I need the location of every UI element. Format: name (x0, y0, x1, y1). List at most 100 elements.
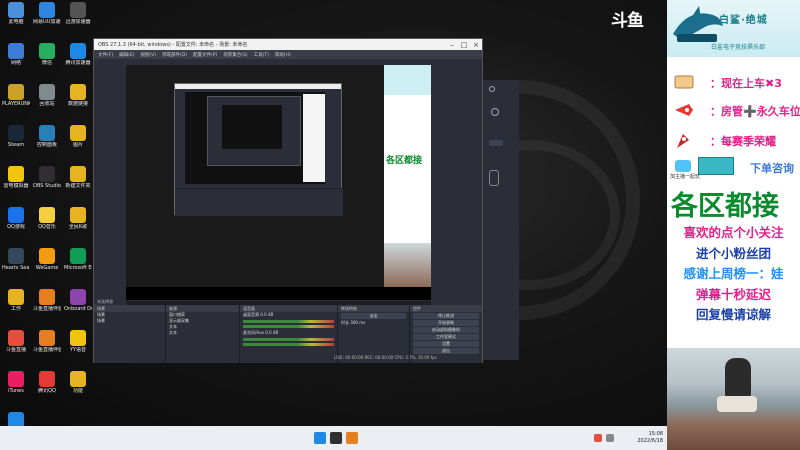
desktop-shortcut[interactable]: 此电脑 (2, 2, 30, 40)
panel-button[interactable] (489, 140, 503, 146)
desktop-shortcut[interactable]: QQ图片 20220318 (2, 412, 30, 426)
wechat-qr-badge (698, 157, 734, 175)
douyu-companion-icon (39, 330, 55, 346)
desktop-shortcut-label: 回收站 (39, 101, 55, 107)
desktop-shortcut-label: 数据链接 (67, 101, 88, 107)
douyu-icon (39, 289, 55, 305)
start-recording-button[interactable]: 开始录制 (413, 320, 479, 326)
desktop-shortcut-label: QQ游戏 (7, 224, 25, 230)
desktop-shortcut[interactable]: 雷电模拟器 (2, 166, 30, 204)
douyu-live-icon (8, 330, 24, 346)
desktop-shortcut-label: 微信 (41, 60, 52, 66)
obs-menu-item[interactable]: 文件(F) (98, 52, 113, 58)
desktop-shortcut[interactable]: 回收站 (33, 84, 61, 122)
desktop-shortcut[interactable]: 迅游加速器 (64, 2, 92, 40)
clock-date: 2022/6/18 (637, 438, 663, 444)
desktop-shortcut[interactable]: 图片 (64, 125, 92, 163)
douyu-taskbar-icon[interactable] (346, 432, 358, 444)
desktop-shortcut-label: Steam (7, 142, 25, 148)
nested-banner: 各区都接 (384, 65, 431, 287)
transition-select[interactable]: 淡出 (341, 313, 406, 319)
obs-menu-item[interactable]: 停靠部件(D) (162, 52, 187, 58)
volume-slider[interactable] (243, 325, 334, 328)
stop-streaming-button[interactable]: 停止推流 (413, 313, 479, 319)
banner-cta: 各区都接 (671, 191, 779, 222)
desktop-shortcut[interactable]: Steam (2, 125, 30, 163)
desktop-shortcut[interactable]: 斗鱼直播伴侣 (33, 289, 61, 327)
desktop-shortcut[interactable]: QQ音乐 (33, 207, 61, 245)
record-icon[interactable] (489, 86, 495, 92)
volume-slider[interactable] (243, 343, 334, 346)
nested-banner-cta: 各区都接 (386, 156, 423, 166)
audio-meter (243, 320, 334, 323)
desktop-shortcut[interactable]: 工作 (2, 289, 30, 327)
maximize-icon[interactable]: □ (458, 41, 470, 49)
folder-icon (70, 371, 86, 387)
desktop-shortcut[interactable]: Onboard Dual (64, 289, 92, 327)
source-item[interactable]: 文本 (166, 330, 239, 336)
studio-mode-button[interactable]: 工作室模式 (413, 334, 479, 340)
desktop-shortcut[interactable]: OBS Studio (33, 166, 61, 204)
desktop-shortcut[interactable]: 网络 (2, 43, 30, 81)
itunes-icon (8, 371, 24, 387)
obs-menu-item[interactable]: 配置文件(P) (193, 52, 217, 58)
desktop-shortcut-label: 新建文件夹 (65, 183, 91, 189)
obs-menu-item[interactable]: 编辑(E) (119, 52, 134, 58)
desktop-shortcut[interactable]: Hearts Sea Center 2.0 (2, 248, 30, 286)
xunyou-icon (70, 2, 86, 18)
windows-start-icon[interactable] (314, 432, 326, 444)
desktop-shortcut[interactable]: 腾讯加速器 (64, 43, 92, 81)
ticket-icon (674, 75, 694, 89)
obs-menu-item[interactable]: 场景集合(S) (223, 52, 247, 58)
desktop-shortcut[interactable]: 斗鱼直播伴侣 (33, 330, 61, 368)
scenes-dock: 场景 场景 场景 (94, 305, 166, 363)
desktop-shortcut[interactable]: 控制面板 (33, 125, 61, 163)
clock-time: 15:08 (648, 431, 663, 437)
desktop-shortcut[interactable]: 腾讯QQ (33, 371, 61, 409)
desktop-shortcut[interactable]: PLAYERUNKNOWN'S BATTLEGROUNDS (2, 84, 30, 122)
obs-menu-item[interactable]: 帮助(H) (275, 52, 291, 58)
obs-titlebar[interactable]: OBS 27.1.3 (64-bit, windows) - 配置文件: 未命名… (94, 39, 482, 50)
desktop-shortcut[interactable]: 全民K歌 (64, 207, 92, 245)
desktop-shortcut-label: 斗鱼直播伴侣 (33, 347, 61, 353)
desktop-shortcut[interactable]: 新建文件夹 (64, 166, 92, 204)
obs-menu-item[interactable]: 工具(T) (254, 52, 269, 58)
desktop-shortcut[interactable]: 网易UU加速器 (33, 2, 61, 40)
desktop-shortcut[interactable]: 功能 (64, 371, 92, 409)
close-icon[interactable]: × (470, 41, 482, 49)
minimize-icon[interactable]: – (446, 41, 458, 49)
settings-button[interactable]: 设置 (413, 341, 479, 347)
rocket-icon (675, 104, 693, 116)
desktop-shortcut-label: 功能 (72, 388, 83, 394)
desktop-shortcut-label: 全民K歌 (68, 224, 88, 230)
tray-app-icon[interactable] (594, 434, 602, 442)
scene-item[interactable]: 场景 (94, 318, 165, 324)
promo-text: ：房管➕永久车位 (710, 105, 800, 118)
obs-taskbar-icon[interactable] (330, 432, 342, 444)
desktop-shortcut-label: QQ音乐 (38, 224, 56, 230)
virtual-camera-button[interactable]: 启动虚拟摄像机 (413, 327, 479, 333)
exit-button[interactable]: 退出 (413, 348, 479, 354)
pubg-icon (8, 84, 24, 100)
desktop-shortcut[interactable]: YY语音 (64, 330, 92, 368)
desktop-shortcut-label: 图片 (72, 142, 83, 148)
bell-icon[interactable] (491, 108, 499, 116)
desktop-shortcut[interactable]: iTunes (2, 371, 30, 409)
duration-label: 时长 (341, 320, 349, 325)
desktop-shortcut[interactable]: 微信 (33, 43, 61, 81)
mixer-channel-name: 桌面音频 (243, 312, 259, 317)
desktop-shortcut[interactable]: 斗鱼直播 (2, 330, 30, 368)
desktop-shortcut[interactable]: 数据链接 (64, 84, 92, 122)
tray-clock[interactable]: 15:08 2022/6/18 (637, 431, 663, 445)
obs-window[interactable]: OBS 27.1.3 (64-bit, windows) - 配置文件: 未命名… (93, 38, 483, 363)
duration-input[interactable]: 300 ms (350, 320, 365, 325)
speaker-icon[interactable] (606, 434, 614, 442)
promo-row: ：现在上车✖3 (670, 70, 800, 94)
obs-preview[interactable]: 各区都接 (126, 65, 431, 300)
douyu-watermark: 斗鱼 (611, 11, 644, 31)
desktop-shortcut[interactable]: Microsoft Edge (64, 248, 92, 286)
desktop-shortcut[interactable]: WeGame (33, 248, 61, 286)
obs-menu-item[interactable]: 视图(V) (140, 52, 156, 58)
toggle-icon[interactable] (489, 170, 499, 186)
desktop-shortcut[interactable]: QQ游戏 (2, 207, 30, 245)
